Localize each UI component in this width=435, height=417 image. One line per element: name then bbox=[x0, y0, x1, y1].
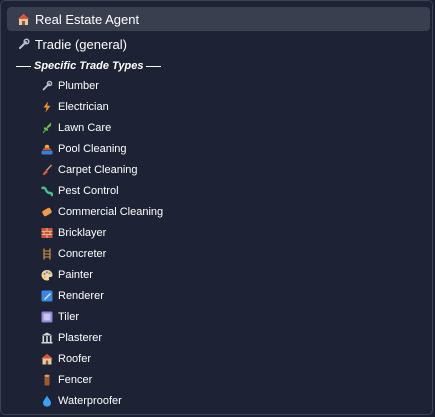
soap-icon bbox=[41, 206, 53, 218]
option-label: Concreter bbox=[58, 248, 107, 260]
option-renderer[interactable]: Renderer bbox=[41, 287, 104, 305]
option-label: Bricklayer bbox=[58, 227, 107, 239]
option-label: Waterproofer bbox=[58, 395, 122, 407]
optgroup-label: Specific Trade Types bbox=[13, 59, 164, 73]
ladder-icon bbox=[41, 248, 53, 260]
broom-icon bbox=[41, 164, 53, 176]
option-label: Pool Cleaning bbox=[58, 143, 127, 155]
droplet-icon bbox=[41, 395, 53, 407]
option-painter[interactable]: Painter bbox=[41, 266, 93, 284]
option-label: Roofer bbox=[58, 353, 92, 365]
option-label: Carpet Cleaning bbox=[58, 164, 138, 176]
option-tiler[interactable]: Tiler bbox=[41, 308, 79, 326]
option-plasterer[interactable]: Plasterer bbox=[41, 329, 102, 347]
palette-icon bbox=[41, 269, 53, 281]
option-pest-control[interactable]: Pest Control bbox=[41, 182, 119, 200]
divider bbox=[16, 65, 31, 67]
option-label: Tradie (general) bbox=[35, 36, 128, 52]
option-carpet-cleaning[interactable]: Carpet Cleaning bbox=[41, 161, 138, 179]
house-icon bbox=[17, 13, 30, 26]
option-label: Real Estate Agent bbox=[35, 11, 140, 27]
option-bricklayer[interactable]: Bricklayer bbox=[41, 224, 106, 242]
house-icon bbox=[41, 353, 53, 365]
option-waterproofer[interactable]: Waterproofer bbox=[41, 392, 122, 410]
option-label: Plasterer bbox=[58, 332, 103, 344]
option-label: Plumber bbox=[58, 80, 99, 92]
wood-icon bbox=[41, 374, 53, 386]
option-pool-cleaning[interactable]: Pool Cleaning bbox=[41, 140, 127, 158]
option-commercial-cleaning[interactable]: Commercial Cleaning bbox=[41, 203, 163, 221]
swimmer-icon bbox=[41, 143, 53, 155]
option-lawn-care[interactable]: Lawn Care bbox=[41, 119, 111, 137]
option-label: Painter bbox=[58, 269, 93, 281]
bricks-icon bbox=[41, 227, 53, 239]
option-label: Tiler bbox=[58, 311, 79, 323]
wrench-icon bbox=[41, 80, 53, 92]
option-label: Electrician bbox=[58, 101, 109, 113]
wrench-icon bbox=[17, 37, 30, 51]
option-electrician[interactable]: Electrician bbox=[41, 98, 109, 116]
divider bbox=[146, 65, 162, 67]
trowel-icon bbox=[41, 290, 53, 302]
tile-icon bbox=[41, 311, 53, 323]
optgroup-label-text: Specific Trade Types bbox=[34, 60, 144, 72]
option-label: Pest Control bbox=[58, 185, 119, 197]
building-icon bbox=[41, 332, 53, 344]
option-fencer[interactable]: Fencer bbox=[41, 371, 92, 389]
option-tradie-general[interactable]: Tradie (general) bbox=[7, 32, 430, 56]
lightning-icon bbox=[41, 101, 53, 113]
bug-icon bbox=[41, 185, 53, 197]
option-plumber[interactable]: Plumber bbox=[41, 77, 99, 95]
option-label: Renderer bbox=[58, 290, 104, 302]
option-concreter[interactable]: Concreter bbox=[41, 245, 106, 263]
option-real-estate-agent[interactable]: Real Estate Agent bbox=[7, 7, 430, 31]
trade-type-dropdown-list: Real Estate Agent Tradie (general) Speci… bbox=[0, 0, 433, 415]
option-roofer[interactable]: Roofer bbox=[41, 350, 91, 368]
herb-icon bbox=[41, 122, 53, 134]
option-label: Lawn Care bbox=[58, 122, 112, 134]
option-label: Commercial Cleaning bbox=[58, 206, 164, 218]
option-label: Fencer bbox=[58, 374, 93, 386]
